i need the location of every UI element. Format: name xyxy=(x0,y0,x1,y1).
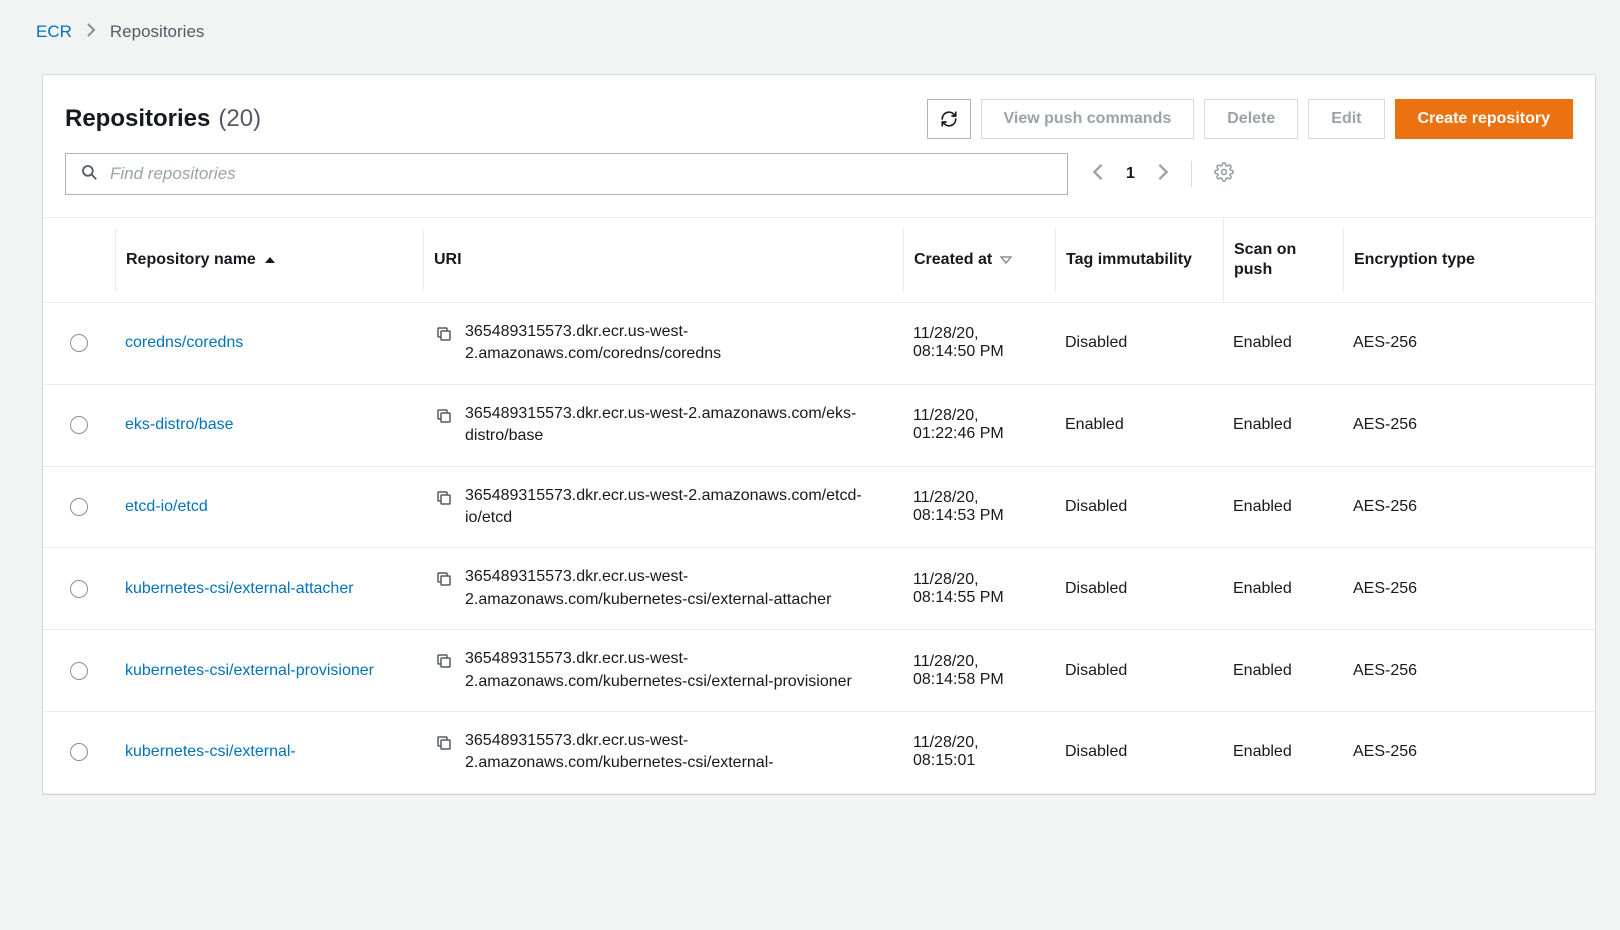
edit-button[interactable]: Edit xyxy=(1308,99,1384,139)
search-input[interactable] xyxy=(108,163,1053,185)
refresh-button[interactable] xyxy=(927,99,971,139)
copy-uri-icon[interactable] xyxy=(433,732,455,754)
col-name-header[interactable]: Repository name xyxy=(115,229,423,291)
col-uri-label: URI xyxy=(434,251,462,269)
repository-name-link[interactable]: etcd-io/etcd xyxy=(125,498,208,515)
paginator: 1 xyxy=(1092,161,1234,187)
repository-name-link[interactable]: coredns/coredns xyxy=(125,334,243,351)
paginator-separator xyxy=(1191,161,1192,187)
scan-on-push: Enabled xyxy=(1223,316,1343,370)
repository-name-link[interactable]: kubernetes-csi/external-provisioner xyxy=(125,662,374,679)
repositories-table: Repository name URI Created at Tag immut… xyxy=(43,217,1595,794)
chevron-right-icon xyxy=(86,22,96,42)
created-at: 11/28/20, 08:15:01 xyxy=(903,716,1055,788)
created-at: 11/28/20, 08:14:53 PM xyxy=(903,471,1055,543)
col-scan-header[interactable]: Scan on push xyxy=(1223,218,1343,302)
col-select xyxy=(43,238,115,282)
repositories-panel: Repositories (20) View push commands Del… xyxy=(42,74,1596,795)
tag-immutability: Disabled xyxy=(1055,480,1223,534)
scan-on-push: Enabled xyxy=(1223,725,1343,779)
create-repository-button[interactable]: Create repository xyxy=(1395,99,1574,139)
copy-uri-icon[interactable] xyxy=(433,568,455,590)
tag-immutability: Disabled xyxy=(1055,316,1223,370)
copy-uri-icon[interactable] xyxy=(433,487,455,509)
table-header-row: Repository name URI Created at Tag immut… xyxy=(43,218,1595,303)
page-next-button[interactable] xyxy=(1157,163,1169,186)
encryption-type: AES-256 xyxy=(1343,644,1503,698)
repository-uri: 365489315573.dkr.ecr.us-west-2.amazonaws… xyxy=(465,566,885,611)
breadcrumb: ECR Repositories xyxy=(6,18,1614,60)
encryption-type: AES-256 xyxy=(1343,480,1503,534)
scan-on-push: Enabled xyxy=(1223,562,1343,616)
col-uri-header[interactable]: URI xyxy=(423,229,903,291)
encryption-type: AES-256 xyxy=(1343,316,1503,370)
col-tag-imm-header[interactable]: Tag immutability xyxy=(1055,228,1223,292)
repository-name-link[interactable]: kubernetes-csi/external- xyxy=(125,743,296,760)
repository-uri: 365489315573.dkr.ecr.us-west-2.amazonaws… xyxy=(465,648,885,693)
col-name-label: Repository name xyxy=(126,251,256,269)
col-enc-label: Encryption type xyxy=(1354,250,1475,270)
table-row: etcd-io/etcd 365489315573.dkr.ecr.us-west… xyxy=(43,467,1595,549)
repository-name-link[interactable]: kubernetes-csi/external-attacher xyxy=(125,580,354,597)
encryption-type: AES-256 xyxy=(1343,725,1503,779)
copy-uri-icon[interactable] xyxy=(433,405,455,427)
repository-uri: 365489315573.dkr.ecr.us-west-2.amazonaws… xyxy=(465,485,885,530)
view-push-commands-button[interactable]: View push commands xyxy=(981,99,1195,139)
page-title-count: (20) xyxy=(218,105,261,133)
settings-button[interactable] xyxy=(1214,162,1234,187)
scan-on-push: Enabled xyxy=(1223,480,1343,534)
search-icon xyxy=(80,163,98,186)
col-tag-imm-label: Tag immutability xyxy=(1066,250,1192,270)
table-row: kubernetes-csi/external- 365489315573.dkr… xyxy=(43,712,1595,794)
row-select-radio[interactable] xyxy=(70,416,88,434)
copy-uri-icon[interactable] xyxy=(433,323,455,345)
row-select-radio[interactable] xyxy=(70,580,88,598)
repository-uri: 365489315573.dkr.ecr.us-west-2.amazonaws… xyxy=(465,403,885,448)
created-at: 11/28/20, 01:22:46 PM xyxy=(903,389,1055,461)
tag-immutability: Disabled xyxy=(1055,725,1223,779)
table-row: coredns/coredns 365489315573.dkr.ecr.us-w… xyxy=(43,303,1595,385)
row-select-radio[interactable] xyxy=(70,334,88,352)
table-row: eks-distro/base 365489315573.dkr.ecr.us-w… xyxy=(43,385,1595,467)
search-container xyxy=(65,153,1068,195)
tag-immutability: Disabled xyxy=(1055,562,1223,616)
breadcrumb-root-link[interactable]: ECR xyxy=(36,22,72,42)
table-row: kubernetes-csi/external-provisioner 36548… xyxy=(43,630,1595,712)
repository-name-link[interactable]: eks-distro/base xyxy=(125,416,234,433)
created-at: 11/28/20, 08:14:55 PM xyxy=(903,553,1055,625)
page-prev-button[interactable] xyxy=(1092,163,1104,186)
created-at: 11/28/20, 08:14:58 PM xyxy=(903,635,1055,707)
sort-asc-icon xyxy=(264,254,276,266)
row-select-radio[interactable] xyxy=(70,743,88,761)
col-created-header[interactable]: Created at xyxy=(903,228,1055,292)
sort-desc-icon xyxy=(1000,254,1012,266)
col-scan-label: Scan on push xyxy=(1234,240,1333,280)
table-row: kubernetes-csi/external-attacher 36548931… xyxy=(43,548,1595,630)
encryption-type: AES-256 xyxy=(1343,562,1503,616)
tag-immutability: Enabled xyxy=(1055,398,1223,452)
breadcrumb-current: Repositories xyxy=(110,22,205,42)
row-select-radio[interactable] xyxy=(70,498,88,516)
scan-on-push: Enabled xyxy=(1223,644,1343,698)
row-select-radio[interactable] xyxy=(70,662,88,680)
repository-uri: 365489315573.dkr.ecr.us-west-2.amazonaws… xyxy=(465,321,885,366)
col-enc-header[interactable]: Encryption type xyxy=(1343,228,1503,292)
page-title: Repositories xyxy=(65,105,210,133)
created-at: 11/28/20, 08:14:50 PM xyxy=(903,307,1055,379)
encryption-type: AES-256 xyxy=(1343,398,1503,452)
delete-button[interactable]: Delete xyxy=(1204,99,1298,139)
col-created-label: Created at xyxy=(914,250,992,270)
copy-uri-icon[interactable] xyxy=(433,650,455,672)
page-number: 1 xyxy=(1126,165,1135,183)
tag-immutability: Disabled xyxy=(1055,644,1223,698)
scan-on-push: Enabled xyxy=(1223,398,1343,452)
repository-uri: 365489315573.dkr.ecr.us-west-2.amazonaws… xyxy=(465,730,885,775)
